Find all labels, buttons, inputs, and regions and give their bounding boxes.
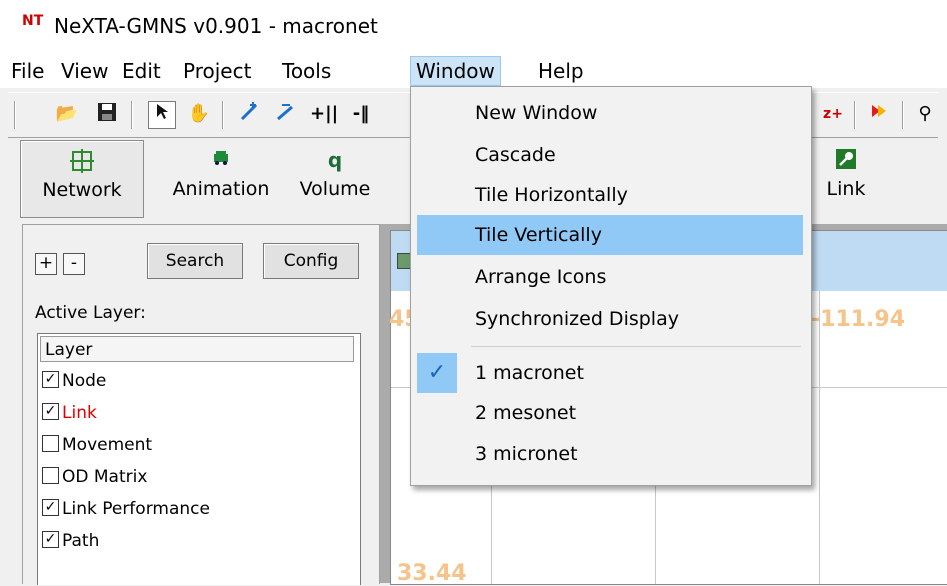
menu-item-synchronized-display[interactable]: Synchronized Display — [417, 299, 803, 339]
menu-view[interactable]: View — [56, 57, 113, 85]
movement-icon[interactable] — [866, 101, 892, 127]
menu-item-label: 3 micronet — [475, 443, 578, 465]
toolbar-separator — [222, 101, 224, 129]
layer-row-link[interactable]: ✓ Link — [42, 398, 97, 428]
layer-name: OD Matrix — [62, 467, 148, 487]
menu-tools[interactable]: Tools — [277, 57, 336, 85]
window-title: NeXTA-GMNS v0.901 - macronet — [54, 14, 378, 38]
config-button[interactable]: Config — [263, 243, 359, 279]
select-arrow-icon[interactable] — [148, 101, 176, 129]
hand-pan-icon[interactable]: ✋ — [186, 101, 212, 127]
layer-row-path[interactable]: ✓ Path — [42, 526, 99, 556]
menu-item-window-1[interactable]: ✓ 1 macronet — [417, 353, 803, 393]
menu-window[interactable]: Window — [410, 56, 501, 86]
layer-checkbox-od-matrix[interactable] — [42, 466, 59, 484]
mode-volume-label: Volume — [299, 178, 371, 200]
add-link-icon[interactable] — [272, 101, 298, 127]
layer-list: Layer ✓ Node ✓ Link Movement OD Matrix ✓ Li… — [37, 333, 361, 585]
menu-item-label: Arrange Icons — [475, 266, 607, 288]
zoom-icon[interactable]: z+ — [820, 101, 846, 127]
car-icon — [162, 148, 280, 178]
menu-file[interactable]: File — [6, 57, 49, 85]
split-icon-2[interactable]: -‖ — [348, 101, 374, 127]
menu-bar: File View Edit Project Tools Window Help — [0, 52, 947, 88]
menu-item-new-window[interactable]: New Window — [417, 93, 803, 133]
toolbar-separator — [902, 101, 904, 129]
menu-item-window-3[interactable]: 3 micronet — [417, 434, 803, 474]
layer-row-od-matrix[interactable]: OD Matrix — [42, 462, 147, 492]
layer-panel: + - Search Config Active Layer: Layer ✓ N… — [22, 224, 380, 585]
menu-item-label: Cascade — [475, 144, 556, 166]
mode-volume-button[interactable]: q Volume — [282, 140, 388, 216]
menu-item-label: New Window — [475, 102, 598, 124]
app-icon: NT — [22, 13, 44, 29]
menu-item-cascade[interactable]: Cascade — [417, 135, 803, 175]
coordinate-label: -111.94 — [811, 307, 906, 332]
layer-name: Node — [62, 371, 107, 391]
layer-checkbox-node[interactable]: ✓ — [42, 370, 59, 388]
mode-network-label: Network — [42, 179, 122, 201]
menu-item-window-2[interactable]: 2 mesonet — [417, 393, 803, 433]
mode-network-button[interactable]: Network — [20, 140, 144, 218]
layer-row-movement[interactable]: Movement — [42, 430, 152, 460]
layer-row-link-performance[interactable]: ✓ Link Performance — [42, 494, 210, 524]
menu-item-label: 2 mesonet — [475, 402, 577, 424]
layer-name: Link — [62, 403, 97, 423]
title-bar: NT NeXTA-GMNS v0.901 - macronet — [0, 0, 947, 52]
volume-icon: q — [327, 148, 343, 172]
menu-edit[interactable]: Edit — [117, 57, 166, 85]
toolbar-separator — [854, 101, 856, 129]
search-icon[interactable]: ⚲ — [912, 101, 938, 127]
menu-item-label: Tile Horizontally — [475, 184, 628, 206]
active-layer-label: Active Layer: — [35, 303, 146, 323]
mode-link-label: Link — [826, 178, 866, 200]
menu-item-label: 1 macronet — [475, 362, 584, 384]
open-folder-icon[interactable]: 📂 — [54, 101, 80, 127]
menu-item-label: Tile Vertically — [475, 224, 602, 246]
layer-name: Movement — [62, 435, 153, 455]
layer-checkbox-link-performance[interactable]: ✓ — [42, 498, 59, 516]
menu-item-arrange-icons[interactable]: Arrange Icons — [417, 257, 803, 297]
add-node-icon[interactable] — [236, 101, 262, 127]
coordinate-label: 33.44 — [397, 561, 467, 586]
layer-name: Link Performance — [62, 499, 210, 519]
menu-item-tile-horizontally[interactable]: Tile Horizontally — [417, 175, 803, 215]
layer-name: Path — [62, 531, 100, 551]
checkmark-icon: ✓ — [417, 353, 457, 393]
network-grid-icon — [21, 149, 143, 179]
layer-row-node[interactable]: ✓ Node — [42, 366, 106, 396]
layer-checkbox-movement[interactable] — [42, 434, 59, 452]
save-icon[interactable] — [94, 101, 120, 127]
layer-column-header[interactable]: Layer — [40, 336, 354, 362]
split-icon[interactable]: +|| — [310, 101, 338, 127]
plus-button[interactable]: + — [35, 253, 57, 275]
mode-animation-label: Animation — [172, 178, 270, 200]
grid-line — [819, 291, 820, 584]
toolbar-grip — [14, 101, 16, 129]
menu-item-label: Synchronized Display — [475, 308, 679, 330]
menu-project[interactable]: Project — [178, 57, 256, 85]
toolbar-separator — [131, 101, 133, 129]
menu-separator — [471, 346, 801, 347]
mode-animation-button[interactable]: Animation — [162, 140, 280, 216]
link-key-icon — [806, 148, 886, 178]
minus-button[interactable]: - — [63, 253, 85, 275]
layer-checkbox-path[interactable]: ✓ — [42, 530, 59, 548]
layer-checkbox-link[interactable]: ✓ — [42, 402, 59, 420]
mode-link-button[interactable]: Link — [806, 140, 886, 216]
window-menu-dropdown: New Window Cascade Tile Horizontally Til… — [410, 86, 812, 486]
menu-help[interactable]: Help — [533, 57, 589, 85]
menu-item-tile-vertically[interactable]: Tile Vertically — [417, 215, 803, 255]
search-button[interactable]: Search — [147, 243, 243, 279]
